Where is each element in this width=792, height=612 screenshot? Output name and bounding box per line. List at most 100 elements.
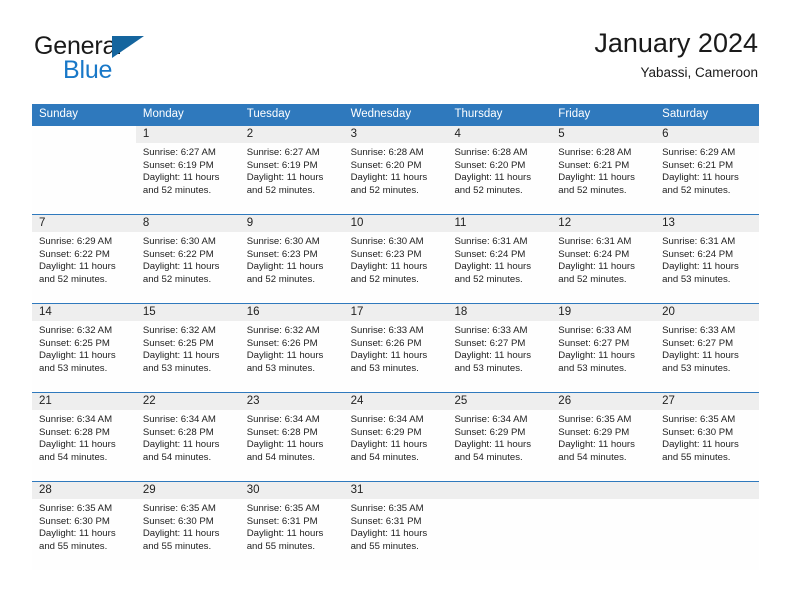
day-number-band: 20 xyxy=(655,304,760,321)
day-details: Sunrise: 6:28 AM Sunset: 6:20 PM Dayligh… xyxy=(447,143,551,197)
sunrise-text: Sunrise: 6:33 AM xyxy=(662,325,736,336)
day-cell[interactable]: 7 Sunrise: 6:29 AM Sunset: 6:22 PM Dayli… xyxy=(32,215,136,303)
day-number: 17 xyxy=(350,306,364,318)
daylight-text-line2: and 53 minutes. xyxy=(662,273,731,285)
day-number: 31 xyxy=(350,484,364,496)
weekday-header-tuesday: Tuesday xyxy=(246,108,291,120)
daylight-text-line2: and 53 minutes. xyxy=(454,362,523,374)
daylight-text-line2: and 54 minutes. xyxy=(454,451,523,463)
day-number: 24 xyxy=(350,395,364,407)
daylight-text-line2: and 53 minutes. xyxy=(558,362,627,374)
day-number-band: 30 xyxy=(239,482,344,499)
daylight-text-line1: Daylight: 11 hours xyxy=(39,528,116,540)
day-cell[interactable]: 29 Sunrise: 6:35 AM Sunset: 6:30 PM Dayl… xyxy=(135,482,240,570)
day-cell[interactable]: 14 Sunrise: 6:32 AM Sunset: 6:25 PM Dayl… xyxy=(32,304,136,392)
sunset-text: Sunset: 6:30 PM xyxy=(39,515,110,527)
daylight-text-line1: Daylight: 11 hours xyxy=(246,172,324,184)
day-details: Sunrise: 6:27 AM Sunset: 6:19 PM Dayligh… xyxy=(240,143,344,197)
day-cell[interactable]: 21 Sunrise: 6:34 AM Sunset: 6:28 PM Dayl… xyxy=(32,393,136,481)
day-cell[interactable]: 15 Sunrise: 6:32 AM Sunset: 6:25 PM Dayl… xyxy=(135,304,240,392)
day-cell[interactable]: 10 Sunrise: 6:30 AM Sunset: 6:23 PM Dayl… xyxy=(343,215,448,303)
daylight-text-line2: and 52 minutes. xyxy=(350,184,419,196)
day-cell[interactable]: 2 Sunrise: 6:27 AM Sunset: 6:19 PM Dayli… xyxy=(239,126,344,214)
day-cell[interactable]: 17 Sunrise: 6:33 AM Sunset: 6:26 PM Dayl… xyxy=(343,304,448,392)
day-details: Sunrise: 6:30 AM Sunset: 6:23 PM Dayligh… xyxy=(344,232,448,286)
day-number: 27 xyxy=(662,395,675,407)
day-details: Sunrise: 6:33 AM Sunset: 6:27 PM Dayligh… xyxy=(551,321,655,375)
page-location: Yabassi, Cameroon xyxy=(640,65,758,81)
daylight-text-line1: Daylight: 11 hours xyxy=(454,439,532,451)
daylight-text-line2: and 53 minutes. xyxy=(350,362,419,374)
sunrise-text: Sunrise: 6:28 AM xyxy=(558,147,632,158)
day-cell[interactable]: 9 Sunrise: 6:30 AM Sunset: 6:23 PM Dayli… xyxy=(239,215,344,303)
sunrise-text: Sunrise: 6:35 AM xyxy=(142,503,216,514)
daylight-text-line2: and 54 minutes. xyxy=(350,451,419,463)
sunset-text: Sunset: 6:21 PM xyxy=(662,159,734,171)
day-details: Sunrise: 6:30 AM Sunset: 6:23 PM Dayligh… xyxy=(240,232,344,286)
day-details: Sunrise: 6:28 AM Sunset: 6:20 PM Dayligh… xyxy=(344,143,448,197)
day-cell xyxy=(447,482,552,570)
daylight-text-line1: Daylight: 11 hours xyxy=(142,439,220,451)
daylight-text-line1: Daylight: 11 hours xyxy=(454,350,532,362)
day-cell[interactable]: 26 Sunrise: 6:35 AM Sunset: 6:29 PM Dayl… xyxy=(551,393,656,481)
day-cell[interactable]: 13 Sunrise: 6:31 AM Sunset: 6:24 PM Dayl… xyxy=(655,215,760,303)
day-number-band xyxy=(32,126,136,143)
sunrise-text: Sunrise: 6:33 AM xyxy=(350,325,424,336)
sunrise-text: Sunrise: 6:30 AM xyxy=(246,236,320,247)
day-number: 25 xyxy=(454,395,468,407)
sunset-text: Sunset: 6:21 PM xyxy=(558,159,630,171)
day-cell[interactable]: 25 Sunrise: 6:34 AM Sunset: 6:29 PM Dayl… xyxy=(447,393,552,481)
day-cell[interactable]: 16 Sunrise: 6:32 AM Sunset: 6:26 PM Dayl… xyxy=(239,304,344,392)
day-cell[interactable]: 30 Sunrise: 6:35 AM Sunset: 6:31 PM Dayl… xyxy=(239,482,344,570)
day-cell xyxy=(655,482,760,570)
day-details: Sunrise: 6:31 AM Sunset: 6:24 PM Dayligh… xyxy=(551,232,655,286)
sunrise-text: Sunrise: 6:34 AM xyxy=(454,414,528,425)
day-cell[interactable]: 31 Sunrise: 6:35 AM Sunset: 6:31 PM Dayl… xyxy=(343,482,448,570)
day-cell[interactable]: 23 Sunrise: 6:34 AM Sunset: 6:28 PM Dayl… xyxy=(239,393,344,481)
day-number-band: 7 xyxy=(32,215,136,232)
day-cell[interactable]: 1 Sunrise: 6:27 AM Sunset: 6:19 PM Dayli… xyxy=(135,126,240,214)
day-number: 10 xyxy=(350,217,364,229)
day-details: Sunrise: 6:28 AM Sunset: 6:21 PM Dayligh… xyxy=(551,143,655,197)
day-cell[interactable]: 12 Sunrise: 6:31 AM Sunset: 6:24 PM Dayl… xyxy=(551,215,656,303)
day-cell[interactable]: 22 Sunrise: 6:34 AM Sunset: 6:28 PM Dayl… xyxy=(135,393,240,481)
daylight-text-line2: and 53 minutes. xyxy=(142,362,212,374)
week-row: 21 Sunrise: 6:34 AM Sunset: 6:28 PM Dayl… xyxy=(32,392,760,481)
sunrise-text: Sunrise: 6:34 AM xyxy=(142,414,216,425)
sunrise-text: Sunrise: 6:30 AM xyxy=(142,236,216,247)
daylight-text-line1: Daylight: 11 hours xyxy=(558,172,635,184)
daylight-text-line2: and 52 minutes. xyxy=(558,184,627,196)
day-cell[interactable]: 4 Sunrise: 6:28 AM Sunset: 6:20 PM Dayli… xyxy=(447,126,552,214)
day-number-band: 31 xyxy=(343,482,448,499)
day-cell[interactable]: 11 Sunrise: 6:31 AM Sunset: 6:24 PM Dayl… xyxy=(447,215,552,303)
day-number-band: 26 xyxy=(551,393,656,410)
day-cell[interactable]: 3 Sunrise: 6:28 AM Sunset: 6:20 PM Dayli… xyxy=(343,126,448,214)
daylight-text-line2: and 54 minutes. xyxy=(142,451,212,463)
day-cell[interactable]: 6 Sunrise: 6:29 AM Sunset: 6:21 PM Dayli… xyxy=(655,126,760,214)
day-cell[interactable]: 28 Sunrise: 6:35 AM Sunset: 6:30 PM Dayl… xyxy=(32,482,136,570)
sunset-text: Sunset: 6:31 PM xyxy=(350,515,422,527)
sunrise-text: Sunrise: 6:31 AM xyxy=(558,236,632,247)
day-details: Sunrise: 6:35 AM Sunset: 6:30 PM Dayligh… xyxy=(32,499,136,553)
daylight-text-line1: Daylight: 11 hours xyxy=(39,261,116,273)
weekday-header-monday: Monday xyxy=(142,108,184,120)
daylight-text-line2: and 52 minutes. xyxy=(558,273,627,285)
daylight-text-line2: and 52 minutes. xyxy=(39,273,108,285)
day-cell[interactable]: 18 Sunrise: 6:33 AM Sunset: 6:27 PM Dayl… xyxy=(447,304,552,392)
sunrise-text: Sunrise: 6:34 AM xyxy=(39,414,113,425)
day-cell[interactable]: 27 Sunrise: 6:35 AM Sunset: 6:30 PM Dayl… xyxy=(655,393,760,481)
sunrise-text: Sunrise: 6:33 AM xyxy=(558,325,632,336)
day-details: Sunrise: 6:35 AM Sunset: 6:29 PM Dayligh… xyxy=(551,410,655,464)
daylight-text-line2: and 52 minutes. xyxy=(350,273,419,285)
day-details: Sunrise: 6:32 AM Sunset: 6:25 PM Dayligh… xyxy=(136,321,240,375)
day-details: Sunrise: 6:31 AM Sunset: 6:24 PM Dayligh… xyxy=(655,232,759,286)
day-cell[interactable]: 5 Sunrise: 6:28 AM Sunset: 6:21 PM Dayli… xyxy=(551,126,656,214)
day-cell[interactable]: 20 Sunrise: 6:33 AM Sunset: 6:27 PM Dayl… xyxy=(655,304,760,392)
day-cell[interactable]: 24 Sunrise: 6:34 AM Sunset: 6:29 PM Dayl… xyxy=(343,393,448,481)
day-cell[interactable]: 19 Sunrise: 6:33 AM Sunset: 6:27 PM Dayl… xyxy=(551,304,656,392)
daylight-text-line2: and 53 minutes. xyxy=(662,362,731,374)
daylight-text-line2: and 54 minutes. xyxy=(246,451,315,463)
day-cell[interactable]: 8 Sunrise: 6:30 AM Sunset: 6:22 PM Dayli… xyxy=(135,215,240,303)
daylight-text-line2: and 53 minutes. xyxy=(246,362,315,374)
daylight-text-line1: Daylight: 11 hours xyxy=(246,350,324,362)
